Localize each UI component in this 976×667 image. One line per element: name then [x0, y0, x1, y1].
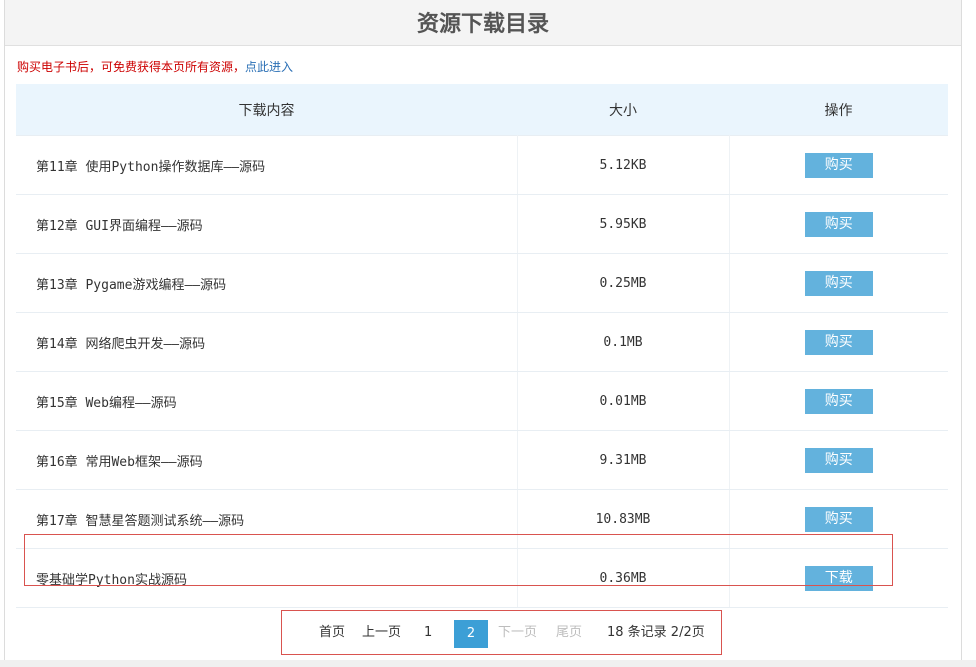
page-bottom-strip — [0, 660, 976, 667]
table-row: 第13章 Pygame游戏编程——源码 0.25MB 购买 — [16, 253, 948, 313]
resource-name: 零基础学Python实战源码 — [16, 548, 518, 608]
buy-button[interactable]: 购买 — [804, 152, 873, 178]
resource-name: 第14章 网络爬虫开发——源码 — [16, 312, 518, 372]
download-button[interactable]: 下载 — [804, 565, 873, 591]
prev-page-link[interactable]: 上一页 — [362, 621, 401, 645]
header-content: 下载内容 — [16, 84, 517, 136]
table-row: 第12章 GUI界面编程——源码 5.95KB 购买 — [16, 194, 948, 254]
resource-size: 10.83MB — [517, 489, 730, 549]
header-size: 大小 — [517, 84, 729, 136]
table-row: 第14章 网络爬虫开发——源码 0.1MB 购买 — [16, 312, 948, 372]
pagination: 首页 上一页 1 2 下一页 尾页 18 条记录 2/2页 — [281, 610, 722, 655]
resource-table: 下载内容 大小 操作 第11章 使用Python操作数据库——源码 5.12KB… — [16, 84, 948, 608]
first-page-link[interactable]: 首页 — [319, 621, 345, 645]
notice-enter-link[interactable]: 点此进入 — [245, 60, 293, 74]
resource-name: 第13章 Pygame游戏编程——源码 — [16, 253, 518, 313]
header-action: 操作 — [729, 84, 948, 136]
resource-name: 第11章 使用Python操作数据库——源码 — [16, 135, 518, 195]
page-2-current[interactable]: 2 — [454, 620, 488, 648]
table-row: 第17章 智慧星答题测试系统——源码 10.83MB 购买 — [16, 489, 948, 549]
buy-button[interactable]: 购买 — [804, 329, 873, 355]
resource-name: 第16章 常用Web框架——源码 — [16, 430, 518, 490]
buy-button[interactable]: 购买 — [804, 447, 873, 473]
resource-size: 9.31MB — [517, 430, 730, 490]
buy-button[interactable]: 购买 — [804, 211, 873, 237]
resource-size: 0.1MB — [517, 312, 730, 372]
table-row: 第16章 常用Web框架——源码 9.31MB 购买 — [16, 430, 948, 490]
resource-size: 5.12KB — [517, 135, 730, 195]
table-row: 第11章 使用Python操作数据库——源码 5.12KB 购买 — [16, 135, 948, 195]
purchase-notice: 购买电子书后，可免费获得本页所有资源，点此进入 — [17, 58, 293, 75]
buy-button[interactable]: 购买 — [804, 388, 873, 414]
notice-text: 购买电子书后，可免费获得本页所有资源， — [17, 60, 246, 74]
table-row: 第15章 Web编程——源码 0.01MB 购买 — [16, 371, 948, 431]
table-row: 零基础学Python实战源码 0.36MB 下载 — [16, 548, 948, 608]
resource-name: 第12章 GUI界面编程——源码 — [16, 194, 518, 254]
resource-name: 第15章 Web编程——源码 — [16, 371, 518, 431]
record-summary: 18 条记录 2/2页 — [607, 625, 705, 640]
buy-button[interactable]: 购买 — [804, 506, 873, 532]
resource-size: 5.95KB — [517, 194, 730, 254]
last-page-link[interactable]: 尾页 — [556, 621, 582, 645]
resource-name: 第17章 智慧星答题测试系统——源码 — [16, 489, 518, 549]
table-header-row: 下载内容 大小 操作 — [16, 84, 948, 136]
resource-size: 0.25MB — [517, 253, 730, 313]
next-page-link[interactable]: 下一页 — [498, 621, 537, 645]
resource-panel: 资源下载目录 购买电子书后，可免费获得本页所有资源，点此进入 下载内容 大小 操… — [4, 0, 962, 664]
page-title: 资源下载目录 — [5, 0, 961, 46]
page-1-link[interactable]: 1 — [424, 621, 432, 645]
resource-size: 0.01MB — [517, 371, 730, 431]
buy-button[interactable]: 购买 — [804, 270, 873, 296]
resource-size: 0.36MB — [517, 548, 730, 608]
